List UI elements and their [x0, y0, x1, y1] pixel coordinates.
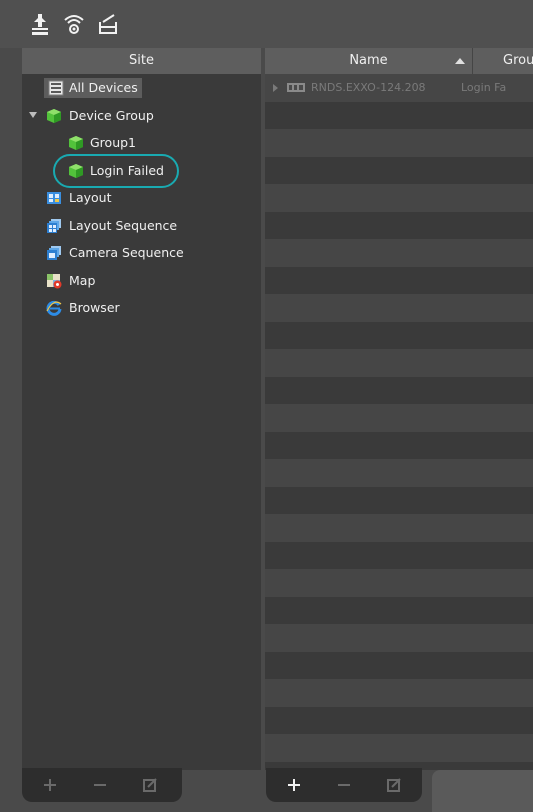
tree-item-map[interactable]: Map	[22, 269, 261, 293]
empty-row	[265, 541, 533, 569]
tree-item-all-devices[interactable]: All Devices	[22, 76, 261, 100]
tree-item-device-group[interactable]: Device Group	[22, 104, 261, 128]
empty-row	[265, 184, 533, 212]
map-icon	[46, 273, 62, 289]
empty-row	[265, 459, 533, 487]
browser-icon	[46, 300, 62, 316]
all-devices-icon	[48, 80, 64, 96]
empty-row	[265, 349, 533, 377]
edit-icon[interactable]	[142, 777, 158, 793]
empty-row	[265, 211, 533, 239]
bottom-tab[interactable]	[432, 770, 533, 812]
empty-row	[265, 129, 533, 157]
empty-row	[265, 514, 533, 542]
top-toolbar	[0, 0, 533, 48]
add-icon[interactable]	[42, 777, 58, 793]
upload-icon[interactable]	[28, 12, 52, 36]
device-icon	[287, 82, 305, 93]
empty-row	[265, 404, 533, 432]
layout-sequence-icon	[46, 218, 62, 234]
empty-row	[265, 596, 533, 624]
group-icon	[68, 135, 84, 151]
empty-row	[265, 294, 533, 322]
device-name: RNDS.EXXO-124.208	[311, 81, 426, 94]
empty-row	[265, 266, 533, 294]
site-panel-toolbar	[22, 768, 182, 802]
tree-item-layout[interactable]: Layout	[22, 186, 261, 210]
tree-item-login-failed[interactable]: Login Failed	[22, 159, 261, 183]
group-icon	[68, 163, 84, 179]
wireless-icon[interactable]	[62, 12, 86, 36]
table-row[interactable]: RNDS.EXXO-124.208 Login Fa	[265, 74, 533, 102]
empty-row	[265, 569, 533, 597]
list-header: Name Grou	[265, 48, 533, 74]
tree-item-group1[interactable]: Group1	[22, 131, 261, 155]
device-rows: RNDS.EXXO-124.208 Login Fa	[265, 74, 533, 770]
column-header-group[interactable]: Grou	[473, 48, 533, 74]
empty-row	[265, 679, 533, 707]
empty-row	[265, 239, 533, 267]
chevron-down-icon[interactable]	[29, 112, 37, 118]
edit-icon[interactable]	[386, 777, 402, 793]
empty-row	[265, 734, 533, 762]
empty-row	[265, 486, 533, 514]
remove-icon[interactable]	[336, 777, 352, 793]
empty-row	[265, 156, 533, 184]
chevron-right-icon[interactable]	[273, 84, 278, 92]
tree-item-camera-sequence[interactable]: Camera Sequence	[22, 241, 261, 265]
tree-item-layout-sequence[interactable]: Layout Sequence	[22, 214, 261, 238]
layout-icon	[46, 190, 62, 206]
column-header-name[interactable]: Name	[265, 48, 473, 74]
site-header[interactable]: Site	[22, 48, 261, 74]
empty-row	[265, 101, 533, 129]
empty-row	[265, 706, 533, 734]
sort-ascending-icon[interactable]	[455, 58, 465, 64]
folder-icon[interactable]	[96, 12, 120, 36]
tree-item-browser[interactable]: Browser	[22, 296, 261, 320]
device-list-toolbar	[266, 768, 422, 802]
device-list-panel: Name Grou RNDS.EXXO-124.208 Login Fa	[265, 48, 533, 770]
empty-row	[265, 431, 533, 459]
remove-icon[interactable]	[92, 777, 108, 793]
empty-row	[265, 376, 533, 404]
add-icon[interactable]	[286, 777, 302, 793]
empty-row	[265, 624, 533, 652]
site-panel: Site All Devices Device Group Group1 Log…	[22, 48, 261, 770]
camera-sequence-icon	[46, 245, 62, 261]
device-group: Login Fa	[461, 81, 507, 94]
device-group-icon	[46, 108, 62, 124]
empty-row	[265, 651, 533, 679]
empty-row	[265, 321, 533, 349]
